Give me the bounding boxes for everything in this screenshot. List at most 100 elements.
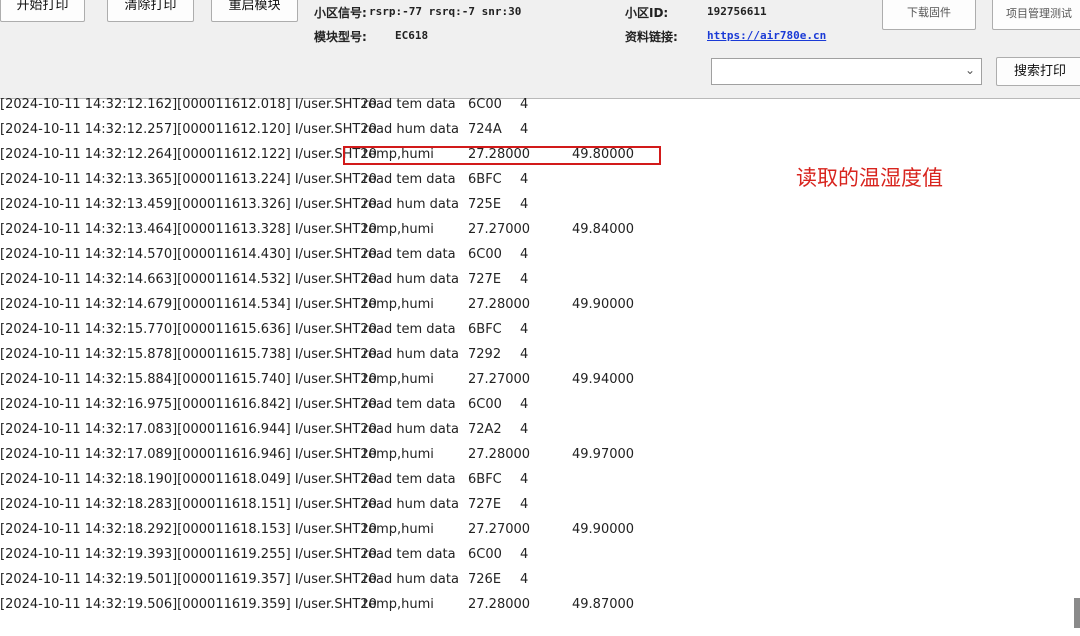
log-message: read hum data — [363, 122, 459, 137]
log-row: [2024-10-11 14:32:19.506][000011619.359]… — [0, 597, 700, 622]
log-timestamp: [2024-10-11 14:32:15.884][000011615.740]… — [0, 372, 377, 387]
log-value-3: 49.90000 — [572, 297, 635, 312]
start-print-button[interactable]: 开始打印 — [0, 0, 85, 22]
clear-print-button[interactable]: 清除打印 — [107, 0, 194, 22]
log-message: read tem data — [363, 98, 456, 112]
log-value-3: 49.90000 — [572, 522, 635, 537]
log-value-1: 6C00 — [468, 397, 502, 412]
log-value-2: 4 — [520, 122, 529, 137]
log-message: read hum data — [363, 572, 459, 587]
log-message: temp,humi — [363, 447, 434, 462]
log-row: [2024-10-11 14:32:13.459][000011613.326]… — [0, 197, 700, 222]
log-row: [2024-10-11 14:32:12.257][000011612.120]… — [0, 122, 700, 147]
log-message: read tem data — [363, 472, 456, 487]
log-message: read tem data — [363, 397, 456, 412]
log-message: read tem data — [363, 247, 456, 262]
log-value-1: 27.27000 — [468, 222, 531, 237]
log-row: [2024-10-11 14:32:17.083][000011616.944]… — [0, 422, 700, 447]
module-model-value: EC618 — [395, 29, 429, 42]
log-row: [2024-10-11 14:32:17.089][000011616.946]… — [0, 447, 700, 472]
cell-id-label: 小区ID: — [625, 6, 669, 20]
log-timestamp: [2024-10-11 14:32:19.501][000011619.357]… — [0, 572, 377, 587]
annotation-text: 读取的温湿度值 — [796, 166, 943, 190]
log-value-2: 4 — [520, 98, 529, 112]
log-row: [2024-10-11 14:32:15.878][000011615.738]… — [0, 347, 700, 372]
log-value-2: 4 — [520, 572, 529, 587]
log-value-2: 4 — [520, 547, 529, 562]
log-timestamp: [2024-10-11 14:32:14.679][000011614.534]… — [0, 297, 377, 312]
log-value-1: 6BFC — [468, 172, 502, 187]
log-value-2: 4 — [520, 272, 529, 287]
resource-link-label: 资料链接: — [625, 30, 678, 44]
log-timestamp: [2024-10-11 14:32:15.878][000011615.738]… — [0, 347, 377, 362]
cell-id-value: 192756611 — [707, 5, 767, 18]
log-value-1: 27.27000 — [468, 372, 531, 387]
log-value-2: 4 — [520, 347, 529, 362]
log-row: [2024-10-11 14:32:13.365][000011613.224]… — [0, 172, 700, 197]
log-timestamp: [2024-10-11 14:32:18.292][000011618.153]… — [0, 522, 377, 537]
project-test-button[interactable]: 项目管理测试 — [992, 0, 1080, 30]
download-firmware-button[interactable]: 下载固件 — [882, 0, 976, 30]
toolbar: 开始打印 清除打印 重启模块 小区信号: rsrp:-77 rsrq:-7 sn… — [0, 0, 1080, 99]
log-value-2: 4 — [520, 172, 529, 187]
log-value-1: 6C00 — [468, 98, 502, 112]
log-message: temp,humi — [363, 597, 434, 612]
log-timestamp: [2024-10-11 14:32:14.663][000011614.532]… — [0, 272, 377, 287]
log-message: temp,humi — [363, 372, 434, 387]
log-value-3: 49.84000 — [572, 222, 635, 237]
resource-link[interactable]: https://air780e.cn — [707, 29, 826, 42]
log-row: [2024-10-11 14:32:18.283][000011618.151]… — [0, 497, 700, 522]
log-timestamp: [2024-10-11 14:32:14.570][000011614.430]… — [0, 247, 377, 262]
log-message: read hum data — [363, 497, 459, 512]
log-value-1: 725E — [468, 197, 502, 212]
log-value-2: 4 — [520, 497, 529, 512]
scrollbar-thumb[interactable] — [1074, 598, 1080, 628]
log-value-2: 4 — [520, 197, 529, 212]
log-value-1: 6BFC — [468, 472, 502, 487]
log-row: [2024-10-11 14:32:15.884][000011615.740]… — [0, 372, 700, 397]
restart-module-button[interactable]: 重启模块 — [211, 0, 298, 22]
cell-signal-label: 小区信号: — [314, 6, 367, 20]
log-value-3: 49.97000 — [572, 447, 635, 462]
log-value-2: 4 — [520, 397, 529, 412]
log-timestamp: [2024-10-11 14:32:19.506][000011619.359]… — [0, 597, 377, 612]
log-message: read tem data — [363, 322, 456, 337]
log-message: temp,humi — [363, 222, 434, 237]
log-value-1: 6BFC — [468, 322, 502, 337]
log-timestamp: [2024-10-11 14:32:12.264][000011612.122]… — [0, 147, 377, 162]
log-row: [2024-10-11 14:32:14.570][000011614.430]… — [0, 247, 700, 272]
search-print-button[interactable]: 搜索打印 — [996, 57, 1080, 86]
log-message: read hum data — [363, 347, 459, 362]
log-value-2: 4 — [520, 247, 529, 262]
log-value-1: 27.28000 — [468, 597, 531, 612]
log-value-1: 6C00 — [468, 547, 502, 562]
log-row: [2024-10-11 14:32:18.292][000011618.153]… — [0, 522, 700, 547]
log-message: read hum data — [363, 197, 459, 212]
log-timestamp: [2024-10-11 14:32:18.283][000011618.151]… — [0, 497, 377, 512]
log-value-1: 727E — [468, 497, 502, 512]
log-timestamp: [2024-10-11 14:32:12.162][000011612.018]… — [0, 98, 377, 112]
log-value-2: 4 — [520, 472, 529, 487]
log-timestamp: [2024-10-11 14:32:13.459][000011613.326]… — [0, 197, 377, 212]
log-value-1: 726E — [468, 572, 502, 587]
log-value-3: 49.87000 — [572, 597, 635, 612]
log-row: [2024-10-11 14:32:13.464][000011613.328]… — [0, 222, 700, 247]
log-value-3: 49.94000 — [572, 372, 635, 387]
log-value-1: 27.28000 — [468, 447, 531, 462]
cell-signal-value: rsrp:-77 rsrq:-7 snr:30 — [369, 5, 522, 18]
module-model-label: 模块型号: — [314, 30, 367, 44]
highlight-box — [343, 146, 661, 165]
log-value-1: 724A — [468, 122, 502, 137]
log-message: read tem data — [363, 172, 456, 187]
log-message: read hum data — [363, 272, 459, 287]
search-combobox[interactable]: ⌄ — [711, 58, 982, 85]
log-timestamp: [2024-10-11 14:32:13.365][000011613.224]… — [0, 172, 377, 187]
chevron-down-icon[interactable]: ⌄ — [965, 63, 975, 77]
log-value-2: 4 — [520, 422, 529, 437]
log-message: temp,humi — [363, 297, 434, 312]
log-row: [2024-10-11 14:32:14.663][000011614.532]… — [0, 272, 700, 297]
log-value-1: 727E — [468, 272, 502, 287]
log-row: [2024-10-11 14:32:18.190][000011618.049]… — [0, 472, 700, 497]
log-row: [2024-10-11 14:32:15.770][000011615.636]… — [0, 322, 700, 347]
log-value-1: 27.28000 — [468, 297, 531, 312]
